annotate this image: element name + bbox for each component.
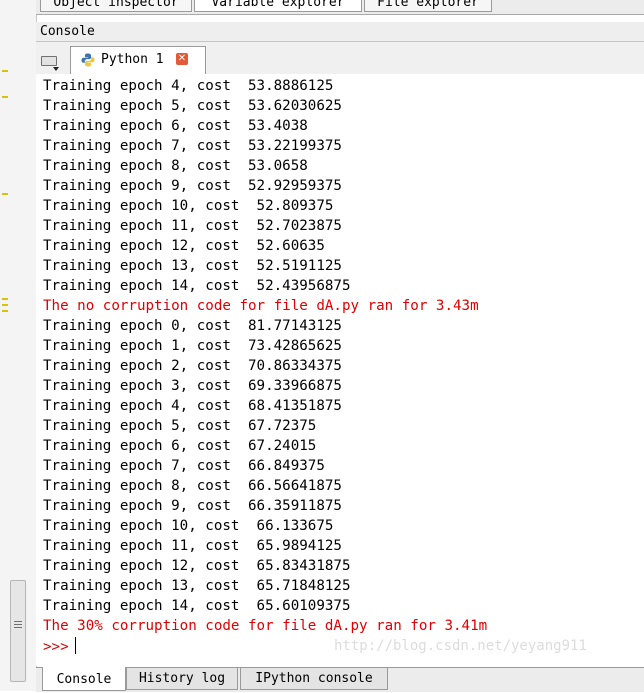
console-output-line: Training epoch 4, cost 68.41351875 bbox=[43, 398, 342, 414]
console-output-line: Training epoch 8, cost 66.56641875 bbox=[43, 478, 342, 494]
console-output-line: Training epoch 10, cost 52.809375 bbox=[43, 198, 334, 214]
gutter-marker bbox=[2, 193, 8, 195]
tab-file-explorer[interactable]: File explorer bbox=[364, 0, 492, 12]
scroll-grip bbox=[14, 624, 22, 625]
text-cursor bbox=[74, 637, 76, 654]
console-error-line: The 30% corruption code for file dA.py r… bbox=[43, 618, 488, 634]
console-tab-label: Python 1 bbox=[101, 52, 164, 67]
gutter-marker bbox=[2, 96, 8, 98]
chevron-down-icon bbox=[53, 67, 59, 71]
console-output-line: Training epoch 7, cost 53.22199375 bbox=[43, 138, 342, 154]
console-output-line: Training epoch 11, cost 52.7023875 bbox=[43, 218, 342, 234]
console-output-line: Training epoch 8, cost 53.0658 bbox=[43, 158, 308, 174]
console-output-line: Training epoch 14, cost 65.60109375 bbox=[43, 598, 351, 614]
scroll-grip bbox=[14, 621, 22, 622]
tab-console[interactable]: Console bbox=[42, 667, 126, 691]
options-icon bbox=[41, 56, 57, 66]
gutter-scrollbar[interactable] bbox=[10, 580, 26, 682]
console-options-button[interactable] bbox=[39, 52, 61, 72]
console-output[interactable]: Training epoch 4, cost 53.8886125 Trainin… bbox=[36, 74, 644, 666]
console-output-line: Training epoch 7, cost 66.849375 bbox=[43, 458, 325, 474]
console-output-line: Training epoch 2, cost 70.86334375 bbox=[43, 358, 342, 374]
tab-object-inspector[interactable]: Object inspector bbox=[40, 0, 192, 12]
console-output-line: Training epoch 3, cost 69.33966875 bbox=[43, 378, 342, 394]
console-prompt-row[interactable]: >>> bbox=[43, 636, 76, 656]
close-icon[interactable]: ✕ bbox=[176, 53, 188, 65]
console-output-line: Training epoch 6, cost 67.24015 bbox=[43, 438, 317, 454]
console-dock-title: Console bbox=[36, 22, 644, 42]
console-output-line: Training epoch 13, cost 65.71848125 bbox=[43, 578, 351, 594]
console-output-line: Training epoch 6, cost 53.4038 bbox=[43, 118, 308, 134]
scroll-grip bbox=[14, 627, 22, 628]
console-output-line: Training epoch 1, cost 73.42865625 bbox=[43, 338, 342, 354]
gutter-marker bbox=[2, 70, 8, 72]
console-output-line: Training epoch 9, cost 66.35911875 bbox=[43, 498, 342, 514]
console-tab-bar: Python 1 ✕ bbox=[36, 42, 644, 75]
console-output-line: Training epoch 12, cost 65.83431875 bbox=[43, 558, 351, 574]
watermark: http://blog.csdn.net/yeyang911 bbox=[334, 638, 587, 654]
python-icon bbox=[81, 53, 95, 67]
gutter-marker bbox=[2, 298, 8, 300]
console-output-line: Training epoch 9, cost 52.92959375 bbox=[43, 178, 342, 194]
console-output-line: Training epoch 11, cost 65.9894125 bbox=[43, 538, 342, 554]
console-output-line: Training epoch 4, cost 53.8886125 bbox=[43, 78, 334, 94]
console-output-line: Training epoch 12, cost 52.60635 bbox=[43, 238, 325, 254]
tab-history-log[interactable]: History log bbox=[126, 668, 238, 690]
console-output-line: Training epoch 0, cost 81.77143125 bbox=[43, 318, 342, 334]
top-tab-strip: Object inspector Variable explorer File … bbox=[36, 0, 644, 15]
console-output-line: Training epoch 14, cost 52.43956875 bbox=[43, 278, 351, 294]
tab-python-1[interactable]: Python 1 ✕ bbox=[70, 46, 206, 75]
console-prompt: >>> bbox=[43, 639, 69, 655]
editor-gutter bbox=[0, 0, 37, 691]
tab-variable-explorer[interactable]: Variable explorer bbox=[194, 0, 362, 12]
console-output-line: Training epoch 13, cost 52.5191125 bbox=[43, 258, 342, 274]
console-output-line: Training epoch 10, cost 66.133675 bbox=[43, 518, 334, 534]
tab-ipython-console[interactable]: IPython console bbox=[240, 668, 388, 690]
console-output-line: Training epoch 5, cost 53.62030625 bbox=[43, 98, 342, 114]
console-output-line: Training epoch 5, cost 67.72375 bbox=[43, 418, 317, 434]
gutter-marker bbox=[2, 304, 8, 306]
gutter-marker bbox=[2, 310, 8, 312]
console-error-line: The no corruption code for file dA.py ra… bbox=[43, 298, 479, 314]
bottom-tab-bar: Console History log IPython console bbox=[36, 667, 644, 692]
